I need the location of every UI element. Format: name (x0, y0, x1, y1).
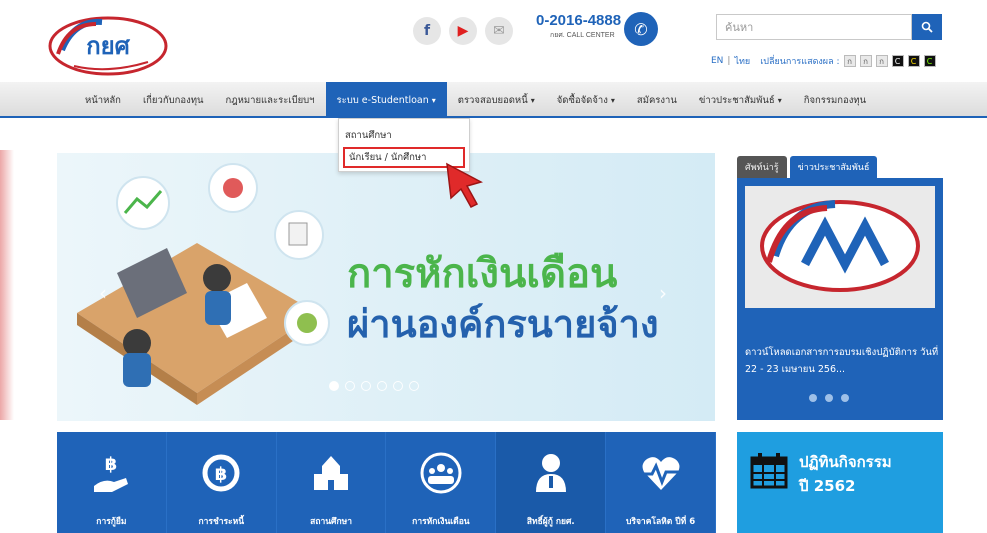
activity-calendar[interactable]: ปฏิทินกิจกรรม ปี 2562 (737, 432, 943, 533)
font-small-button[interactable]: ก (843, 55, 856, 67)
tile-label: การกู้ยืม (96, 517, 127, 527)
carousel-dots (329, 381, 419, 391)
nav-activities[interactable]: กิจกรรมกองทุน (793, 82, 877, 118)
caret-down-icon: ▾ (431, 95, 436, 105)
search-button[interactable] (912, 14, 942, 40)
banner-subheadline: ผ่านองค์กรนายจ้าง (347, 302, 659, 346)
school-icon (314, 456, 349, 490)
dropdown-item-institution[interactable]: สถานศึกษา (345, 128, 392, 143)
lang-separator: | (727, 56, 731, 66)
hero-banner[interactable]: การหักเงินเดือน ผ่านองค์กรนายจ้าง ‹ › (57, 153, 715, 421)
activity-year: ปี 2562 (799, 477, 856, 495)
chevron-right-icon[interactable]: › (659, 281, 681, 305)
service-tiles: ฿ การกู้ยืม ฿ การชำระหนี้ สถานศึกษา การห… (57, 432, 716, 533)
call-number: 0-2016-4888 (536, 12, 622, 29)
mail-icon[interactable]: ✉ (485, 17, 513, 45)
nav-laws[interactable]: กฎหมายและระเบียบฯ (214, 82, 325, 118)
carousel-dot[interactable] (361, 381, 371, 391)
kyss-logo[interactable]: กยศ (44, 14, 172, 78)
tile-label: การชำระหนี้ (198, 517, 245, 527)
nav-procurement[interactable]: จัดซื้อจัดจ้าง ▾ (546, 82, 626, 118)
left-accent (0, 150, 14, 420)
main-nav: หน้าหลัก เกี่ยวกับกองทุน กฎหมายและระเบีย… (0, 82, 987, 118)
tile-blood-donation[interactable]: บริจาคโลหิต ปีที่ 6 (606, 432, 716, 533)
tile-repayment[interactable]: ฿ การชำระหนี้ (167, 432, 277, 533)
caret-down-icon: ▾ (530, 95, 535, 105)
news-dots (809, 394, 849, 402)
person-icon (535, 454, 566, 492)
search-input[interactable] (716, 14, 912, 40)
calendar-icon (750, 453, 788, 489)
nav-procurement-label: จัดซื้อจัดจ้าง (556, 94, 608, 106)
news-headline[interactable]: ดาวน์โหลดเอกสารการอบรมเชิงปฏิบัติการ วัน… (745, 344, 940, 378)
chevron-left-icon[interactable]: ‹ (99, 281, 121, 305)
lang-th[interactable]: ไทย (734, 54, 750, 68)
nav-e-studentloan[interactable]: ระบบ e-Studentloan ▾ (325, 82, 447, 118)
contrast-yellow-button[interactable]: C (907, 55, 920, 67)
heartbeat-icon (641, 457, 680, 490)
nav-jobs[interactable]: สมัครงาน (626, 82, 688, 118)
hand-coin-icon: ฿ (94, 454, 129, 492)
tile-loan[interactable]: ฿ การกู้ยืม (57, 432, 167, 533)
news-panel: ศัพท์น่ารู้ ข่าวประชาสัมพันธ์ ดาวน์โหลดเ… (737, 150, 943, 420)
nav-news[interactable]: ข่าวประชาสัมพันธ์ ▾ (688, 82, 793, 118)
carousel-dot[interactable] (409, 381, 419, 391)
svg-text:฿: ฿ (215, 464, 228, 485)
carousel-dot[interactable] (377, 381, 387, 391)
phone-icon: ✆ (624, 12, 658, 46)
news-thumbnail[interactable] (745, 186, 935, 308)
social-links: f ▶ ✉ (413, 17, 513, 45)
people-group-icon (420, 452, 462, 494)
tab-glossary[interactable]: ศัพท์น่ารู้ (737, 156, 787, 178)
language-bar: EN | ไทย เปลี่ยนการแสดงผล : ก ก ก C C C (711, 54, 936, 68)
tile-salary-deduction[interactable]: การหักเงินเดือน (386, 432, 497, 533)
nav-news-label: ข่าวประชาสัมพันธ์ (698, 94, 775, 106)
nav-check-debt-label: ตรวจสอบยอดหนี้ (457, 94, 528, 106)
tile-label: สิทธิ์ผู้กู้ กยศ. (526, 517, 575, 527)
activity-title: ปฏิทินกิจกรรม (799, 453, 892, 471)
contrast-green-button[interactable]: C (923, 55, 936, 67)
nav-e-studentloan-label: ระบบ e-Studentloan (336, 94, 429, 106)
tile-borrower-rights[interactable]: สิทธิ์ผู้กู้ กยศ. (496, 432, 607, 533)
facebook-icon[interactable]: f (413, 17, 441, 45)
accessibility-label: เปลี่ยนการแสดงผล : (760, 57, 840, 67)
contrast-normal-button[interactable]: C (891, 55, 904, 67)
svg-text:฿: ฿ (105, 454, 118, 475)
font-medium-button[interactable]: ก (859, 55, 872, 67)
news-dot[interactable] (809, 394, 817, 402)
carousel-dot[interactable] (329, 381, 339, 391)
lang-en[interactable]: EN (711, 56, 723, 66)
tile-label: บริจาคโลหิต ปีที่ 6 (625, 517, 696, 527)
news-dot[interactable] (825, 394, 833, 402)
news-dot[interactable] (841, 394, 849, 402)
nav-home[interactable]: หน้าหลัก (74, 82, 132, 118)
pointer-arrow-icon (446, 162, 483, 208)
tile-label: การหักเงินเดือน (412, 517, 470, 527)
tile-label: สถานศึกษา (310, 517, 352, 527)
logo-text: กยศ (86, 32, 131, 60)
refund-icon: ฿ (202, 454, 240, 492)
call-subtitle: กยศ. CALL CENTER (550, 32, 615, 39)
caret-down-icon: ▾ (610, 95, 615, 105)
youtube-icon[interactable]: ▶ (449, 17, 477, 45)
search-icon (921, 21, 933, 33)
nav-about[interactable]: เกี่ยวกับกองทุน (132, 82, 215, 118)
carousel-dot[interactable] (345, 381, 355, 391)
font-large-button[interactable]: ก (875, 55, 888, 67)
caret-down-icon: ▾ (777, 95, 782, 105)
tile-institution[interactable]: สถานศึกษา (277, 432, 387, 533)
search-bar (716, 14, 942, 40)
tab-news[interactable]: ข่าวประชาสัมพันธ์ (789, 156, 878, 178)
page: กยศ f ▶ ✉ 0-2016-4888 กยศ. CALL CENTER ✆… (0, 0, 987, 533)
nav-check-debt[interactable]: ตรวจสอบยอดหนี้ ▾ (447, 82, 546, 118)
carousel-dot[interactable] (393, 381, 403, 391)
